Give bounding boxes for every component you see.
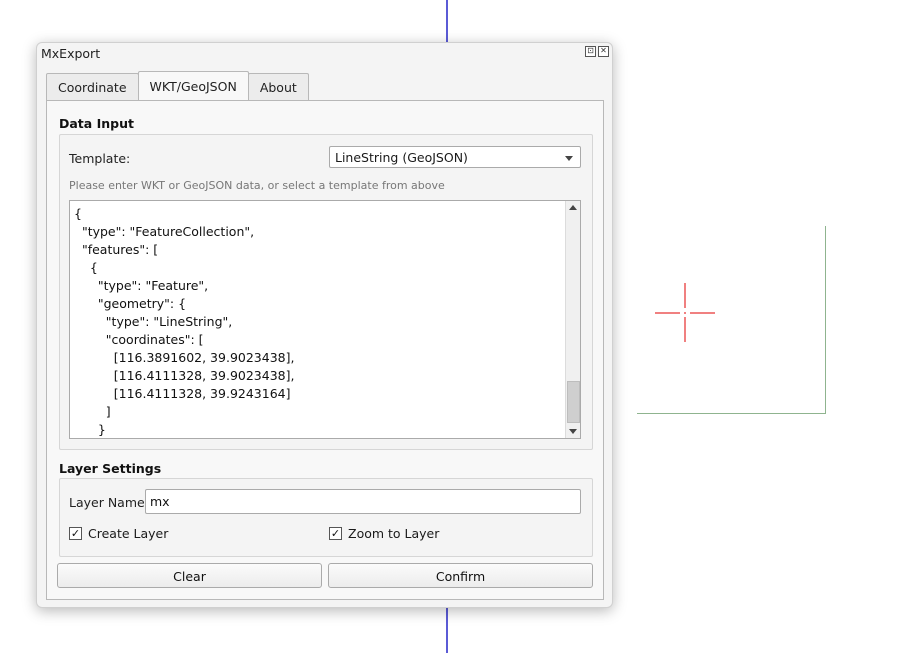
clear-button[interactable]: Clear — [57, 563, 322, 588]
wkt-geojson-textarea[interactable]: { "type": "FeatureCollection", "features… — [69, 200, 581, 439]
create-layer-checkbox[interactable]: ✓ Create Layer — [69, 526, 168, 541]
canvas-vertical-line-bottom — [446, 606, 448, 653]
zoom-to-layer-check-icon[interactable]: ✓ — [329, 527, 342, 540]
mxexport-dialog: MxExport ⊡ ✕ Coordinate WKT/GeoJSON Abou… — [36, 42, 613, 608]
canvas-vertical-line-top — [446, 0, 448, 42]
wkt-geojson-panel: Data Input Template: LineString (GeoJSON… — [46, 100, 604, 600]
restore-icon[interactable]: ⊡ — [585, 46, 596, 57]
scroll-down-arrow-icon[interactable] — [569, 429, 577, 434]
dialog-title: MxExport — [41, 46, 101, 61]
crosshair-bottom-arm — [684, 317, 686, 342]
layer-settings-group: Layer Name: ✓ Create Layer ✓ Zoom to Lay… — [59, 478, 593, 557]
canvas-rectangle-edge-bottom — [637, 413, 826, 414]
window-controls: ⊡ ✕ — [585, 46, 609, 57]
tab-coordinate[interactable]: Coordinate — [46, 73, 139, 100]
chevron-down-icon — [565, 156, 573, 161]
canvas-rectangle-edge-right — [825, 226, 826, 413]
template-label: Template: — [69, 151, 131, 166]
textarea-content: { "type": "FeatureCollection", "features… — [74, 206, 295, 437]
crosshair-center-dot — [684, 312, 686, 314]
create-layer-check-icon[interactable]: ✓ — [69, 527, 82, 540]
layer-name-input[interactable] — [145, 489, 581, 514]
create-layer-label: Create Layer — [88, 526, 169, 541]
close-icon[interactable]: ✕ — [598, 46, 609, 57]
layer-settings-title: Layer Settings — [59, 461, 162, 476]
tab-about[interactable]: About — [247, 73, 309, 100]
input-hint: Please enter WKT or GeoJSON data, or sel… — [69, 179, 445, 192]
crosshair-left-arm — [655, 312, 680, 314]
crosshair-top-arm — [684, 283, 686, 308]
textarea-scrollbar[interactable] — [565, 201, 580, 438]
tab-wkt-geojson[interactable]: WKT/GeoJSON — [137, 71, 249, 100]
confirm-button[interactable]: Confirm — [328, 563, 593, 588]
scroll-up-arrow-icon[interactable] — [569, 205, 577, 210]
data-input-group: Template: LineString (GeoJSON) Please en… — [59, 134, 593, 450]
template-select-value: LineString (GeoJSON) — [335, 150, 468, 165]
tab-bar: Coordinate WKT/GeoJSON About — [46, 71, 309, 100]
data-input-title: Data Input — [59, 116, 134, 131]
zoom-to-layer-label: Zoom to Layer — [348, 526, 440, 541]
layer-name-label: Layer Name: — [69, 495, 149, 510]
zoom-to-layer-checkbox[interactable]: ✓ Zoom to Layer — [329, 526, 439, 541]
crosshair-right-arm — [690, 312, 715, 314]
scrollbar-thumb[interactable] — [567, 381, 580, 423]
template-select[interactable]: LineString (GeoJSON) — [329, 146, 581, 168]
